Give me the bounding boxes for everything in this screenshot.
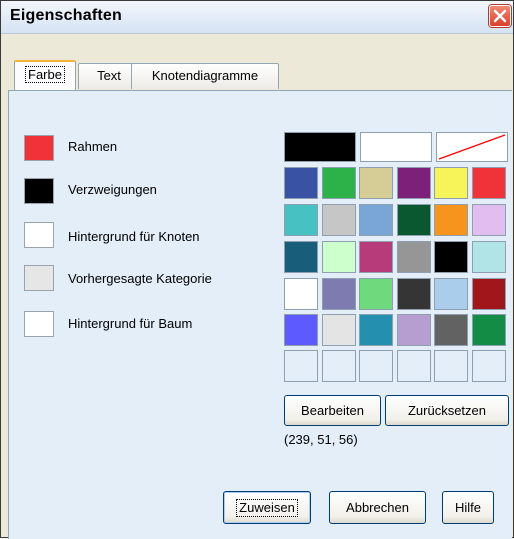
button-label: Bearbeiten <box>301 403 364 418</box>
palette-swatch[interactable] <box>397 167 431 199</box>
properties-dialog: Eigenschaften Farbe Text Knotendiagramme… <box>0 0 514 539</box>
close-icon <box>493 9 507 23</box>
palette-swatch[interactable] <box>359 314 393 346</box>
palette-swatch[interactable] <box>284 241 318 273</box>
palette-swatch[interactable] <box>359 241 393 273</box>
palette-swatch[interactable] <box>434 204 468 236</box>
palette-swatch[interactable] <box>434 314 468 346</box>
tab-label: Knotendiagramme <box>151 68 259 83</box>
palette-swatch[interactable] <box>434 167 468 199</box>
legend-swatch-hintergrund-baum[interactable] <box>24 311 54 337</box>
legend-label-hintergrund-knoten: Hintergrund für Knoten <box>68 229 200 244</box>
tab-label: Farbe <box>25 66 65 83</box>
cancel-button[interactable]: Abbrechen <box>329 491 426 524</box>
palette-swatch[interactable] <box>322 278 356 310</box>
reset-button[interactable]: Zurücksetzen <box>385 395 509 426</box>
window-title: Eigenschaften <box>10 7 122 24</box>
palette-swatch[interactable] <box>284 204 318 236</box>
palette-swatch[interactable] <box>434 278 468 310</box>
palette-swatch[interactable] <box>359 204 393 236</box>
palette-swatch[interactable] <box>284 167 318 199</box>
palette-swatch[interactable] <box>434 241 468 273</box>
palette-swatch[interactable] <box>284 278 318 310</box>
palette-swatch[interactable] <box>322 241 356 273</box>
legend-label-rahmen: Rahmen <box>68 139 118 154</box>
palette-swatch[interactable] <box>397 350 431 382</box>
button-label: Abbrechen <box>346 500 409 515</box>
legend-swatch-vorhergesagte-kategorie[interactable] <box>24 265 54 291</box>
palette-swatch[interactable] <box>472 204 506 236</box>
palette-swatch[interactable] <box>360 132 432 162</box>
palette-swatch[interactable] <box>284 314 318 346</box>
legend-label-vorhergesagte-kategorie: Vorhergesagte Kategorie <box>68 271 212 286</box>
legend-swatch-hintergrund-knoten[interactable] <box>24 222 54 248</box>
legend-label-hintergrund-baum: Hintergrund für Baum <box>68 316 193 331</box>
palette-swatch[interactable] <box>322 204 356 236</box>
palette-swatch[interactable] <box>397 278 431 310</box>
palette-swatch[interactable] <box>397 314 431 346</box>
palette-swatch[interactable] <box>322 314 356 346</box>
palette-swatch[interactable] <box>322 167 356 199</box>
button-label: Zurücksetzen <box>407 403 487 418</box>
palette-swatch[interactable] <box>359 278 393 310</box>
tab-label: Text <box>97 68 121 83</box>
title-bar[interactable]: Eigenschaften <box>1 1 513 34</box>
help-button[interactable]: Hilfe <box>442 491 494 524</box>
selected-rgb-value: (239, 51, 56) <box>284 432 358 447</box>
close-button[interactable] <box>489 5 511 27</box>
edit-button[interactable]: Bearbeiten <box>284 395 381 426</box>
button-label: Hilfe <box>454 500 481 515</box>
palette-swatch[interactable] <box>472 350 506 382</box>
no-color-icon <box>438 134 506 160</box>
palette-swatch[interactable] <box>434 350 468 382</box>
palette-swatch[interactable] <box>359 350 393 382</box>
button-label: Zuweisen <box>236 499 298 517</box>
palette-swatch[interactable] <box>472 167 506 199</box>
legend-swatch-verzweigungen[interactable] <box>24 178 54 204</box>
palette-swatch[interactable] <box>284 350 318 382</box>
palette-swatch[interactable] <box>359 167 393 199</box>
palette-swatch[interactable] <box>397 204 431 236</box>
tab-farbe[interactable]: Farbe <box>14 60 76 90</box>
apply-button[interactable]: Zuweisen <box>223 491 311 524</box>
tab-knotendiagramme[interactable]: Knotendiagramme <box>131 63 279 89</box>
palette-swatch[interactable] <box>284 132 356 162</box>
legend-swatch-rahmen[interactable] <box>24 135 54 161</box>
palette-swatch[interactable] <box>472 241 506 273</box>
palette-swatch[interactable] <box>322 350 356 382</box>
palette-swatch[interactable] <box>472 314 506 346</box>
palette-swatch[interactable] <box>472 278 506 310</box>
legend-label-verzweigungen: Verzweigungen <box>68 182 157 197</box>
palette-swatch[interactable] <box>397 241 431 273</box>
palette-swatch-no-color[interactable] <box>436 132 508 162</box>
